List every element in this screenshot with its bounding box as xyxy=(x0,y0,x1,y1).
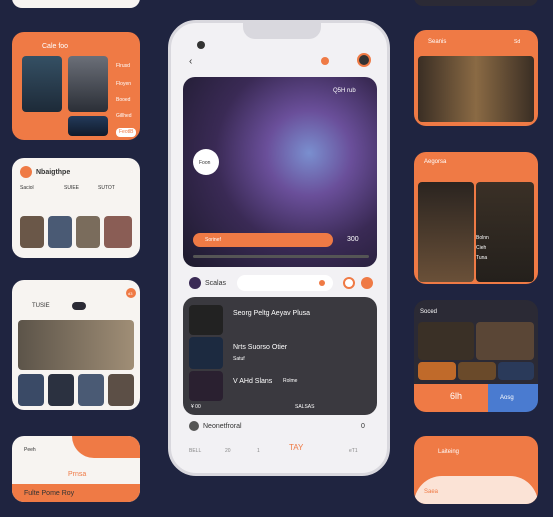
left-card-4-orange-wave xyxy=(72,436,140,458)
left-card-1-image-c xyxy=(68,116,108,136)
playlist-item-2-title[interactable]: Nrts Suorso Otier xyxy=(233,343,287,352)
right-card-2-tag-2: Cieh xyxy=(476,245,487,251)
playlist-panel[interactable]: Seorg Peltg Aeyav Plusa Nrts Suorso Otie… xyxy=(183,297,377,415)
left-card-2-image-4 xyxy=(104,216,132,248)
left-card-2-stat-3: SUTOT xyxy=(98,185,115,191)
left-card-4-subtitle: Prnsa xyxy=(68,471,87,478)
profile-icon[interactable] xyxy=(357,53,371,67)
hero-time: 300 xyxy=(347,236,359,243)
playlist-item-3-title[interactable]: V AHd Slans xyxy=(233,377,272,386)
right-card-1-title: Seanis xyxy=(428,39,447,45)
right-card-2-image-right xyxy=(476,182,534,282)
comment-author: Neonetfroral xyxy=(203,423,242,430)
left-card-3-strip-3 xyxy=(78,374,104,406)
right-top-partial-card xyxy=(414,0,538,6)
right-card-2-tag-1: Bolnn xyxy=(476,235,489,241)
right-card-4-sub: Saea xyxy=(424,489,439,495)
left-card-2[interactable]: Nbaigthpe Saciol SUIEE SUTOT xyxy=(12,158,140,258)
hero-title: Q5H rub xyxy=(333,88,356,94)
right-card-3-image-4 xyxy=(458,362,496,380)
nav-item-2[interactable]: 20 xyxy=(225,447,231,456)
right-card-3[interactable]: Soced 6lh Aosg xyxy=(414,300,538,412)
left-card-1-title: Cale foo xyxy=(42,43,69,50)
left-card-2-image-3 xyxy=(76,216,100,248)
left-card-1-button[interactable]: FeotlB xyxy=(116,128,137,137)
toggle-icon[interactable] xyxy=(72,302,86,310)
left-card-3-hero-image xyxy=(18,320,134,370)
playlist-footer-right: SALSAS xyxy=(295,404,315,410)
playlist-cover-3 xyxy=(189,371,223,401)
left-card-2-title: Nbaigthpe xyxy=(36,169,71,176)
section-title: Scalas xyxy=(205,280,227,287)
nav-item-4[interactable]: TAY xyxy=(289,443,303,452)
right-card-2[interactable]: Aegorsa Bolnn Cieh Tuna xyxy=(414,152,538,284)
left-card-4-title: Peeh xyxy=(24,447,36,453)
right-card-2-title: Aegorsa xyxy=(424,159,447,165)
left-card-3-strip-4 xyxy=(108,374,134,406)
left-card-2-stat-2: SUIEE xyxy=(64,185,80,191)
left-card-1-item-1[interactable]: Flrusd xyxy=(116,62,130,71)
right-card-3-image-5 xyxy=(498,362,534,380)
playlist-cover-1 xyxy=(189,305,223,335)
right-card-1-button[interactable]: Sd xyxy=(514,38,520,47)
section-avatar xyxy=(189,277,201,289)
nav-item-3[interactable]: 1 xyxy=(257,447,260,456)
left-card-2-image-1 xyxy=(20,216,44,248)
right-card-3-image-1 xyxy=(418,322,474,360)
left-card-3-title: TUSIE xyxy=(32,303,50,309)
hero-label: Foon xyxy=(199,160,211,166)
left-card-2-stat-1: Saciol xyxy=(20,185,34,191)
notification-icon[interactable] xyxy=(321,57,329,65)
left-card-3-strip-1 xyxy=(18,374,44,406)
left-card-3-badge: d3 xyxy=(128,291,133,296)
right-card-3-footer-right: Aosg xyxy=(500,395,514,401)
search-pill-dot xyxy=(319,280,325,286)
hero-scrub-bar[interactable] xyxy=(193,255,369,258)
right-card-4-title: Laiteing xyxy=(438,449,460,455)
left-card-1-image-a xyxy=(22,56,62,112)
left-card-1[interactable]: Cale foo Flrusd Floyen Booed Gillhed Feo… xyxy=(12,32,140,140)
right-card-1[interactable]: Seanis Sd xyxy=(414,30,538,126)
action-icon[interactable] xyxy=(361,277,373,289)
left-card-2-image-2 xyxy=(48,216,72,248)
right-card-3-image-3 xyxy=(418,362,456,380)
playlist-item-2-sub: Satuf xyxy=(233,356,245,362)
left-card-1-item-3[interactable]: Booed xyxy=(116,96,130,105)
phone-notch xyxy=(243,23,321,39)
phone-mockup: ‹ Q5H rub Foon Sorinef 300 Scalas Seorg … xyxy=(168,20,390,476)
left-card-1-item-2[interactable]: Floyen xyxy=(116,80,131,89)
left-card-4-footer: Fulte Pome Roy xyxy=(24,490,75,497)
hero-media-card[interactable]: Q5H rub Foon Sorinef 300 xyxy=(183,77,377,267)
right-card-3-title: Soced xyxy=(420,309,438,315)
left-card-1-item-4[interactable]: Gillhed xyxy=(116,112,132,121)
nav-item-1[interactable]: BELL xyxy=(189,447,201,456)
right-card-1-image xyxy=(418,56,534,122)
left-card-1-image-b xyxy=(68,56,108,112)
playlist-item-3-sub: Rolme xyxy=(283,378,298,384)
comment-avatar xyxy=(189,421,199,431)
playlist-item-1-title[interactable]: Seorg Peltg Aeyav Plusa xyxy=(233,309,310,318)
right-card-2-image-left xyxy=(418,182,474,282)
nav-item-5[interactable]: eT1 xyxy=(349,447,358,456)
left-card-4[interactable]: Peeh Prnsa Fulte Pome Roy xyxy=(12,436,140,502)
camera-icon xyxy=(197,41,205,49)
right-card-3-footer-left: 6lh xyxy=(450,391,463,401)
left-top-partial-card xyxy=(12,0,140,8)
record-icon[interactable] xyxy=(343,277,355,289)
playlist-footer-left: ¥ 00 xyxy=(191,404,201,410)
back-icon[interactable]: ‹ xyxy=(189,57,192,67)
hero-progress-label: Sorinef xyxy=(205,237,221,243)
right-card-4[interactable]: Laiteing Saea xyxy=(414,436,538,504)
comment-count: 0 xyxy=(361,423,365,430)
left-card-3[interactable]: TUSIE d3 xyxy=(12,280,140,410)
avatar-icon xyxy=(20,166,32,178)
right-card-2-tag-3: Tuna xyxy=(476,255,488,261)
left-card-3-strip-2 xyxy=(48,374,74,406)
right-card-3-image-2 xyxy=(476,322,534,360)
playlist-cover-2 xyxy=(189,337,223,369)
